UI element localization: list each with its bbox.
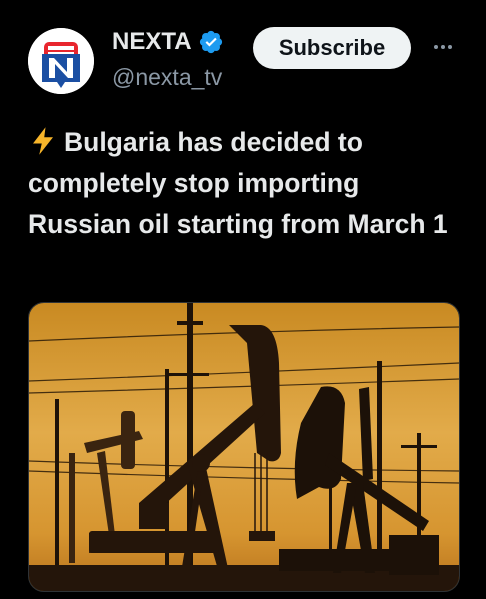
nexta-logo-icon (28, 28, 94, 94)
author-name-row[interactable]: NEXTA (112, 28, 224, 56)
tweet-media-image[interactable] (28, 302, 460, 592)
oil-pumpjacks-photo (29, 303, 459, 591)
verified-badge-icon (199, 30, 222, 54)
author-handle[interactable]: @nexta_tv (112, 64, 222, 91)
tweet-body: Bulgaria has decided to completely stop … (28, 127, 448, 239)
tweet-text: Bulgaria has decided to completely stop … (28, 122, 468, 245)
lightning-icon (33, 127, 53, 155)
avatar[interactable] (28, 28, 94, 94)
subscribe-button[interactable]: Subscribe (253, 27, 411, 69)
author-display-name[interactable]: NEXTA (112, 28, 192, 56)
more-options-icon[interactable] (426, 32, 460, 62)
